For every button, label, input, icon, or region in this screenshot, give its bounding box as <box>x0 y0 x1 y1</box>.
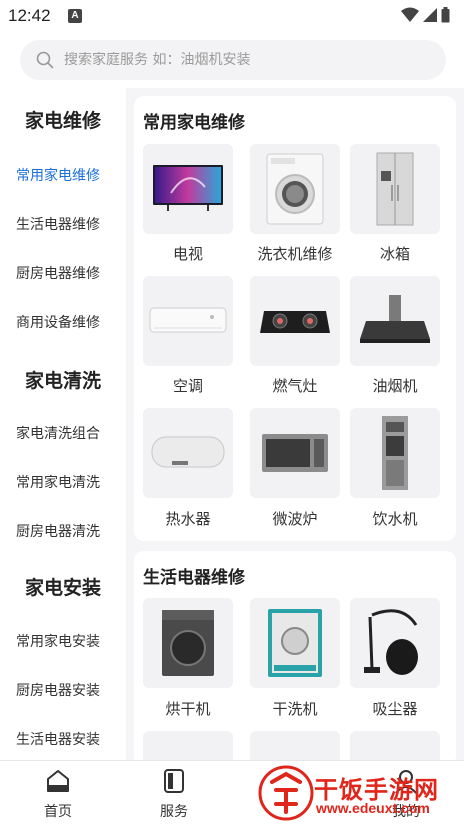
service-label: 空调 <box>172 377 203 395</box>
status-time: 12:42 <box>8 6 51 25</box>
service-label: 电视 <box>172 245 203 263</box>
sidebar-item-commercial-equipment-repair[interactable]: 商用设备维修 <box>16 312 100 332</box>
nav-service-label: 服务 <box>160 804 188 820</box>
service-label: 微波炉 <box>272 510 318 528</box>
battery-icon <box>441 7 450 23</box>
water-heater-icon <box>151 436 225 468</box>
air-conditioner-icon <box>149 307 227 333</box>
service-icon <box>164 769 184 793</box>
service-tile-air-conditioner[interactable] <box>143 276 233 366</box>
category-sidebar: 家电维修 常用家电维修 生活电器维修 厨房电器维修 商用设备维修 家电清洗 家电… <box>0 88 126 760</box>
dry-cleaner-icon <box>268 609 322 677</box>
search-bar <box>0 32 464 88</box>
sidebar-group-title: 家电维修 <box>24 110 101 132</box>
nav-service[interactable]: 服务 <box>134 767 214 821</box>
watermark-logo-icon <box>258 765 314 821</box>
service-tile-range-hood[interactable] <box>350 276 440 366</box>
service-label: 饮水机 <box>372 510 418 528</box>
water-dispenser-icon <box>382 416 408 490</box>
service-label: 洗衣机维修 <box>257 245 333 263</box>
sidebar-group-title: 家电清洗 <box>24 370 101 392</box>
section-common-appliance-repair: 常用家电维修 电视 洗衣机维修 冰箱 空调 燃气灶 油烟机 热水器 微波炉 饮水… <box>134 96 456 541</box>
search-icon <box>36 51 54 69</box>
vacuum-icon <box>364 609 418 675</box>
service-tile-microwave[interactable] <box>250 408 340 498</box>
service-tile-gas-stove[interactable] <box>250 276 340 366</box>
service-tile-water-dispenser[interactable] <box>350 408 440 498</box>
service-tile-water-heater[interactable] <box>143 408 233 498</box>
status-bar: 12:42 A <box>0 0 464 32</box>
gas-stove-icon <box>260 311 330 333</box>
service-tile-dry-cleaner[interactable] <box>250 598 340 688</box>
service-label: 烘干机 <box>165 700 211 718</box>
search-box[interactable] <box>20 40 446 80</box>
service-label: 油烟机 <box>372 377 418 395</box>
fridge-icon <box>376 152 414 226</box>
nav-home[interactable]: 首页 <box>18 767 98 821</box>
service-label: 吸尘器 <box>372 700 418 718</box>
signal-icon <box>423 8 437 22</box>
section-household-appliance-repair: 生活电器维修 烘干机 干洗机 吸尘器 <box>134 551 456 766</box>
search-input[interactable] <box>64 52 424 68</box>
sidebar-item-kitchen-appliance-repair[interactable]: 厨房电器维修 <box>16 263 100 283</box>
sidebar-item-kitchen-appliance-cleaning[interactable]: 厨房电器清洗 <box>16 521 100 541</box>
watermark-url: www.edeuxt.com <box>316 800 430 816</box>
service-label: 热水器 <box>165 510 211 528</box>
sidebar-item-household-appliance-install[interactable]: 生活电器安装 <box>16 729 100 749</box>
dryer-icon <box>162 610 214 676</box>
home-icon <box>47 770 69 792</box>
service-label: 燃气灶 <box>272 377 318 395</box>
sidebar-group-title: 家电安装 <box>24 577 101 599</box>
sidebar-item-common-appliance-install[interactable]: 常用家电安装 <box>16 631 100 651</box>
sidebar-item-common-appliance-cleaning[interactable]: 常用家电清洗 <box>16 472 100 492</box>
section-title: 常用家电维修 <box>143 113 245 133</box>
service-label: 干洗机 <box>272 700 318 718</box>
sidebar-item-household-appliance-repair[interactable]: 生活电器维修 <box>16 214 100 234</box>
service-tile-vacuum[interactable] <box>350 598 440 688</box>
sidebar-item-cleaning-combo[interactable]: 家电清洗组合 <box>16 423 100 443</box>
wifi-icon <box>401 7 419 22</box>
range-hood-icon <box>360 295 430 343</box>
service-tile-dryer[interactable] <box>143 598 233 688</box>
status-indicators <box>401 7 450 23</box>
washing-machine-icon <box>266 153 324 225</box>
section-title: 生活电器维修 <box>143 568 245 588</box>
sidebar-item-common-appliance-repair[interactable]: 常用家电维修 <box>16 165 100 185</box>
nav-home-label: 首页 <box>44 804 72 820</box>
notification-badge-icon: A <box>68 9 82 23</box>
service-tile-tv[interactable] <box>143 144 233 234</box>
site-watermark: 干饭手游网 www.edeuxt.com <box>258 764 464 822</box>
tv-icon <box>153 165 223 211</box>
microwave-icon <box>262 434 328 472</box>
service-label: 冰箱 <box>379 245 410 263</box>
service-tile-washing-machine[interactable] <box>250 144 340 234</box>
sidebar-item-kitchen-appliance-install[interactable]: 厨房电器安装 <box>16 680 100 700</box>
service-tile-fridge[interactable] <box>350 144 440 234</box>
